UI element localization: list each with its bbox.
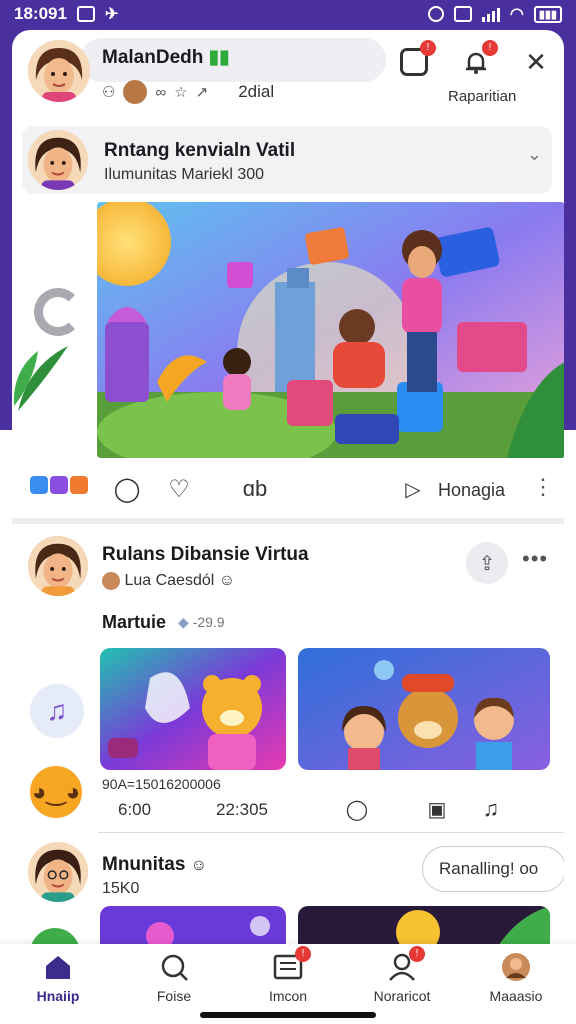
media-tile[interactable] — [298, 906, 550, 946]
stat-left: 6:00 — [118, 800, 152, 819]
reply-button[interactable]: ♡ — [162, 472, 196, 506]
more-vertical-icon[interactable]: ⋮ — [532, 474, 555, 500]
avatar[interactable] — [28, 842, 88, 902]
section-label: Martuie — [102, 612, 167, 632]
header-right-label[interactable]: Raparitian — [448, 88, 516, 105]
close-button[interactable]: ✕ — [518, 44, 554, 80]
music-note-icon: ♫ — [482, 796, 500, 821]
alarm-icon — [427, 6, 444, 22]
comment-button[interactable]: ◯ — [340, 792, 374, 826]
nav-search[interactable]: Foise — [124, 952, 224, 1004]
feed-header: MalanDedh ▮▮ ⚇ ∞ ☆ ↗ 2dial ! ! ✕ Raparit… — [12, 30, 564, 120]
inbox-badge: ! — [295, 946, 311, 962]
post-subtitle: 15K0 — [102, 880, 140, 897]
follow-button[interactable]: Ranalling! oo — [422, 846, 564, 892]
wifi-icon: ◠ — [509, 6, 524, 23]
divider — [12, 518, 564, 524]
header-meta: ⚇ ∞ ☆ ↗ 2dial — [102, 80, 274, 104]
post-header[interactable]: Rntang kenvialn Vatil Ilumunitas Mariekl… — [22, 126, 552, 194]
notification-icon — [76, 6, 95, 22]
nav-contacts-label: Noraricot — [373, 988, 431, 1004]
play-button[interactable]: ▷ — [396, 472, 430, 506]
nfc-icon — [453, 6, 472, 22]
media-tile[interactable] — [100, 906, 286, 946]
stat-caption: 90A=15016200006 — [102, 776, 221, 792]
post-subtitle: Lua Caesdól ☺ — [102, 572, 235, 590]
share-icon: ⇪ — [478, 552, 496, 575]
status-time: 18:091 — [14, 4, 67, 23]
nav-home-label: Hnaiip — [36, 988, 80, 1004]
post-hero-image[interactable] — [97, 202, 564, 458]
gallery-button[interactable]: ▣ — [420, 792, 454, 826]
close-icon: ✕ — [525, 46, 547, 77]
avatar[interactable] — [28, 40, 90, 102]
mini-avatar — [123, 80, 148, 104]
home-indicator[interactable] — [200, 1012, 376, 1018]
nav-home[interactable]: Hnaiip — [8, 952, 108, 1004]
audio-button[interactable]: ɑb — [238, 472, 272, 506]
arrow-icon: ↗ — [195, 84, 209, 101]
music-icon[interactable]: ♫ — [30, 684, 84, 738]
stat-right: 22:305 — [216, 800, 268, 819]
action-label[interactable]: Honagia — [438, 480, 505, 501]
bear-emoji-icon: ◕‿◕ — [30, 766, 82, 818]
header-username: MalanDedh ▮▮ — [102, 47, 230, 68]
status-bar: 18:091 ✈ ◠ ▮▮▮ — [0, 0, 576, 28]
comment-icon: ◯ — [345, 798, 369, 821]
avatar[interactable] — [28, 536, 88, 596]
send-icon: ✈ — [104, 6, 119, 23]
star-icon: ☆ — [174, 84, 188, 101]
music-button[interactable]: ♫ — [474, 792, 508, 826]
inbox-icon: ! — [273, 946, 311, 982]
signal-icon — [481, 6, 500, 22]
mini-avatar — [102, 572, 120, 590]
media-tile[interactable] — [100, 648, 286, 770]
contacts-badge: ! — [409, 946, 425, 962]
header-count: 2dial — [238, 82, 275, 101]
separator — [98, 832, 564, 833]
story-button[interactable]: ! — [396, 40, 436, 80]
play-icon: ▷ — [405, 478, 421, 501]
comment-icon: ◯ — [113, 475, 141, 503]
link-icon: ∞ — [155, 83, 167, 101]
contacts-icon: ! — [387, 946, 425, 982]
nav-profile-label: Maaasio — [489, 988, 543, 1004]
media-tile[interactable] — [298, 648, 550, 770]
post-action-row: ◯ ♡ ɑb ▷ Honagia ⋮ — [12, 466, 564, 512]
gallery-icon: ▣ — [427, 798, 447, 821]
post-title: Mnunitas ☺ — [102, 854, 208, 875]
battery-icon: ▮▮▮ — [533, 5, 562, 23]
search-icon — [159, 952, 189, 982]
post-title: Rntang kenvialn Vatil — [104, 140, 296, 161]
reaction-icons[interactable] — [30, 476, 88, 494]
profile-icon — [501, 952, 531, 982]
nav-contacts[interactable]: ! Noraricot — [352, 946, 452, 1004]
nav-profile[interactable]: Maaasio — [466, 952, 566, 1004]
more-horizontal-icon[interactable]: ••• — [522, 546, 548, 572]
verified-icon: ◆ — [178, 614, 189, 630]
people-icon: ⚇ — [102, 84, 116, 101]
section-meta: ◆ -29.9 — [178, 614, 225, 630]
nav-inbox[interactable]: ! Imcon — [238, 946, 338, 1004]
feed-card: MalanDedh ▮▮ ⚇ ∞ ☆ ↗ 2dial ! ! ✕ Raparit… — [12, 30, 564, 1024]
chevron-down-icon[interactable]: ⌄ — [527, 144, 542, 165]
story-badge: ! — [420, 40, 436, 56]
home-icon — [43, 952, 73, 982]
comment-button[interactable]: ◯ — [110, 472, 144, 506]
share-button[interactable]: ⇪ — [466, 542, 508, 584]
chat-bubble-icon: ♡ — [168, 475, 190, 503]
post-subtitle: Ilumunitas Mariekl 300 — [104, 166, 265, 183]
notifications-button[interactable]: ! — [458, 40, 498, 80]
avatar[interactable] — [28, 130, 88, 190]
notification-badge: ! — [482, 40, 498, 56]
emoji-icon: ☺ — [190, 857, 208, 874]
post-title: Rulans Dibansie Virtua — [102, 544, 309, 565]
nav-inbox-label: Imcon — [268, 988, 308, 1004]
nav-search-label: Foise — [156, 988, 192, 1004]
emoji-icon: ☺ — [218, 572, 236, 590]
audio-icon: ɑb — [242, 476, 268, 501]
leaf-decoration — [13, 346, 68, 411]
